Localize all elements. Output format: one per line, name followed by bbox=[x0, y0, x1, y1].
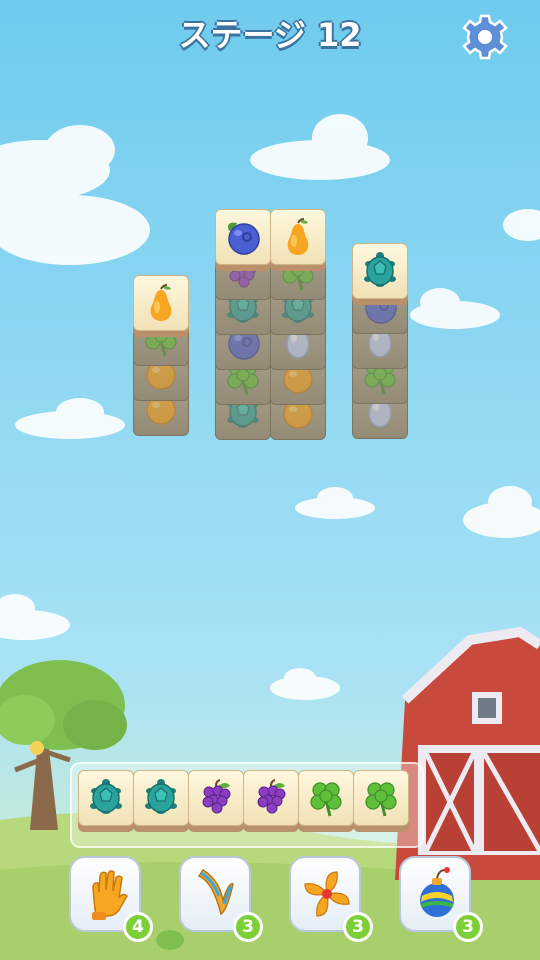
clover-icon bbox=[365, 782, 397, 817]
turtle-icon bbox=[364, 252, 396, 287]
settings-button[interactable] bbox=[462, 14, 508, 60]
top-tile-pear[interactable] bbox=[133, 275, 189, 337]
powerup-count-badge: 3 bbox=[343, 912, 373, 942]
tray-tile-grapes bbox=[188, 770, 244, 832]
pear-icon bbox=[150, 284, 172, 321]
grapes-icon bbox=[202, 779, 231, 814]
top-tile-turtle[interactable] bbox=[352, 243, 408, 305]
grapes-icon bbox=[257, 779, 286, 814]
pear-icon bbox=[287, 218, 309, 255]
tray-tile-turtle bbox=[78, 770, 134, 832]
powerup-count-badge: 3 bbox=[233, 912, 263, 942]
turtle-icon bbox=[145, 779, 177, 814]
boomerang-icon bbox=[197, 868, 234, 916]
bomb-icon bbox=[420, 867, 454, 917]
powerup-count-badge: 4 bbox=[123, 912, 153, 942]
top-tile-pear[interactable] bbox=[270, 209, 326, 271]
turtle-icon bbox=[90, 779, 122, 814]
bomb-powerup-button[interactable]: 3 bbox=[399, 856, 483, 942]
fan-powerup-button[interactable]: 3 bbox=[289, 856, 373, 942]
glove-powerup-button[interactable]: 4 bbox=[69, 856, 153, 942]
tray-tile-grapes bbox=[243, 770, 299, 832]
boomerang-powerup-button[interactable]: 3 bbox=[179, 856, 263, 942]
tray-tile-clover bbox=[353, 770, 409, 832]
fan-icon bbox=[304, 871, 350, 917]
tray-tile-turtle bbox=[133, 770, 189, 832]
blueberry-icon bbox=[228, 222, 260, 255]
glove-icon bbox=[92, 870, 128, 920]
stage-title: ステージ 12 bbox=[178, 16, 362, 54]
clover-icon bbox=[310, 782, 342, 817]
powerup-count-badge: 3 bbox=[453, 912, 483, 942]
tray-tile-clover bbox=[298, 770, 354, 832]
gear-icon bbox=[462, 14, 508, 60]
top-tile-blueberry[interactable] bbox=[215, 209, 271, 271]
